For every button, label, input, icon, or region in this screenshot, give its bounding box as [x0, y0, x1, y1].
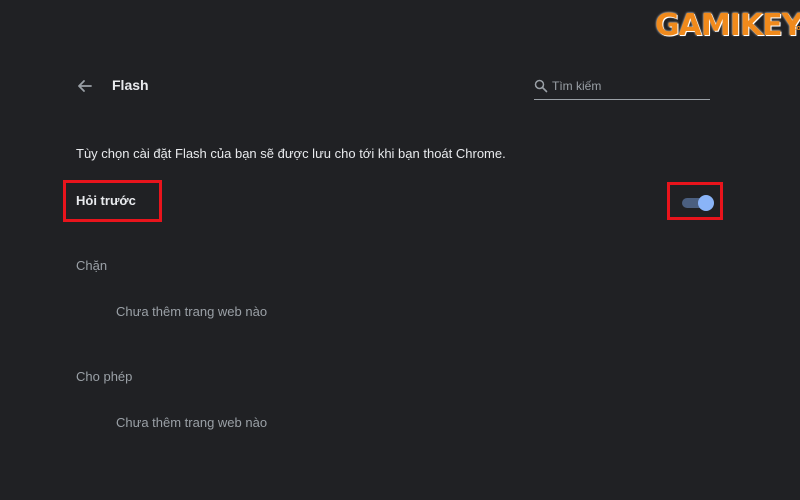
arrow-left-icon [78, 80, 92, 92]
ask-first-toggle[interactable] [682, 195, 714, 211]
ask-first-highlight: Hỏi trước [63, 180, 162, 222]
search-icon [534, 79, 548, 93]
block-section-title: Chặn [76, 258, 108, 273]
search-box[interactable] [534, 76, 710, 100]
logo-domain: .com [789, 24, 800, 32]
allow-section-title: Cho phép [76, 369, 133, 384]
logo-text: GAMIKEY [655, 8, 800, 43]
gamikey-logo: GAMIKEY .com [655, 6, 800, 46]
allow-empty-text: Chưa thêm trang web nào [116, 415, 268, 430]
page-header: Flash [75, 68, 715, 102]
flash-description: Tùy chọn cài đặt Flash của bạn sẽ được l… [76, 146, 506, 161]
page-title: Flash [112, 77, 149, 93]
search-input[interactable] [552, 76, 708, 96]
block-empty-text: Chưa thêm trang web nào [116, 304, 268, 319]
toggle-highlight [667, 182, 723, 220]
back-button[interactable] [75, 76, 95, 96]
ask-first-label: Hỏi trước [76, 193, 136, 208]
toggle-knob [698, 195, 714, 211]
